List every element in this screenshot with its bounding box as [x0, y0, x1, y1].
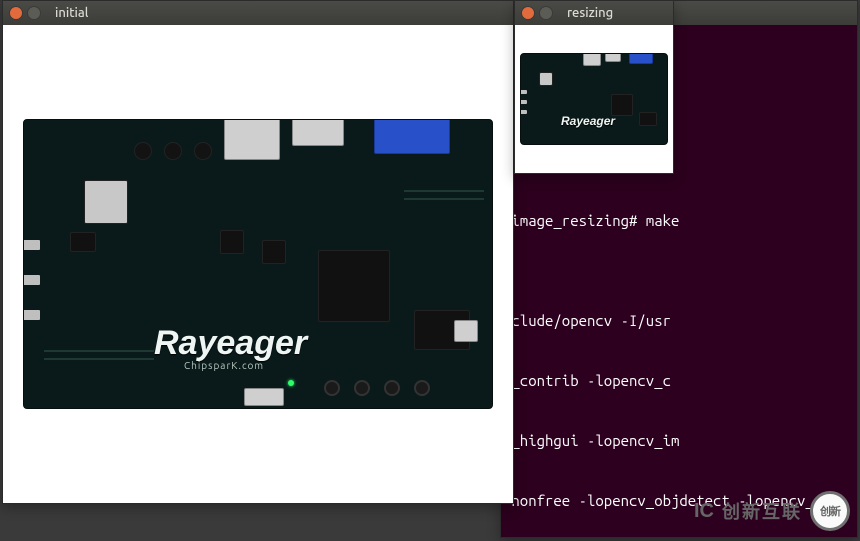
resizing-titlebar: resizing — [515, 1, 673, 25]
watermark-ic: IC — [694, 500, 714, 523]
close-icon[interactable] — [9, 6, 23, 20]
term-line: v_highgui -lopencv_im — [503, 431, 853, 451]
board-image-large: Rayeager ChipsparK.com — [23, 119, 493, 409]
watermark: IC 创新互联 创新 — [694, 491, 850, 531]
watermark-logo-icon: 创新 — [810, 491, 850, 531]
initial-window: initial — [2, 0, 514, 504]
initial-content: Rayeager ChipsparK.com — [3, 25, 513, 503]
watermark-logo-label: 创新 — [820, 503, 840, 519]
window-title: resizing — [567, 6, 613, 20]
board-subbrand: ChipsparK.com — [184, 360, 264, 371]
close-icon[interactable] — [521, 6, 535, 20]
term-line: /image_resizing# make — [503, 211, 853, 231]
watermark-text: 创新互联 — [722, 498, 802, 524]
minimize-icon[interactable] — [539, 6, 553, 20]
board-image-small: Rayeager — [520, 53, 668, 145]
window-title: initial — [55, 6, 88, 20]
resizing-window: resizing Rayeager — [514, 0, 674, 174]
board-brand: Rayeager — [561, 114, 615, 128]
minimize-icon[interactable] — [27, 6, 41, 20]
resizing-content: Rayeager — [515, 25, 673, 173]
term-line: nclude/opencv -I/usr — [503, 311, 853, 331]
initial-titlebar: initial — [3, 1, 513, 25]
board-brand: Rayeager — [154, 324, 307, 363]
term-line: v_contrib -lopencv_c — [503, 371, 853, 391]
